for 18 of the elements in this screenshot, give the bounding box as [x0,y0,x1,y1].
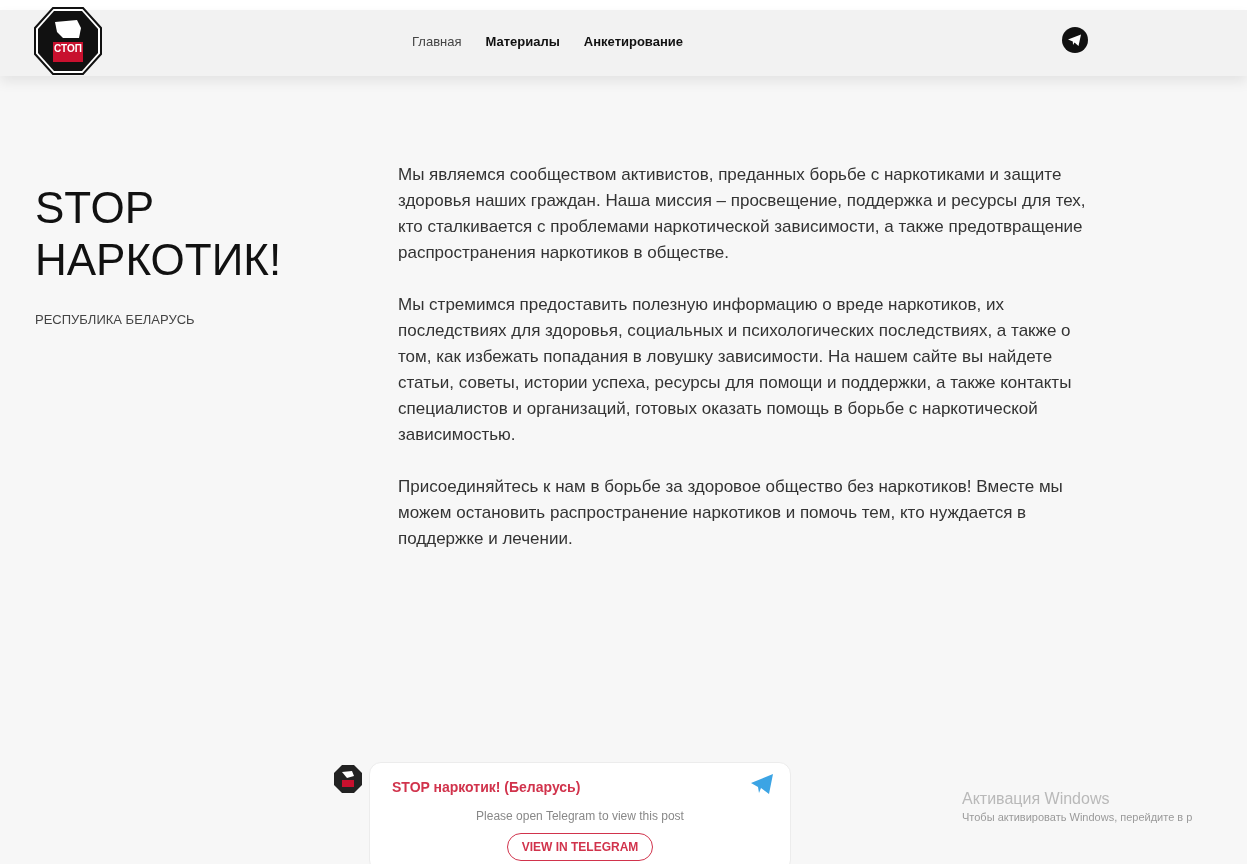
body-paragraph: Присоединяйтесь к нам в борьбе за здоровое общество без наркотиков! Вместе мы можем остановить распространение наркотиков и помочь тем, кто нуждается в поддержке и лечении. [398,476,1064,550]
activation-text: Чтобы активировать Windows, перейдите в р [962,810,1193,825]
nav-link[interactable]: Анкетирование [583,32,683,52]
body-paragraph: Мы стремимся предоставить полезную информацию о вреде наркотиков, их последствиях для здоровья, социальных и психологических последствиях, а также о том, как избежать попадания в ловушку зависимости. На нашем сайте вы найдете статьи, советы, истории успеха, ресурсы для помощи и поддержки, а также контакты специалистов и организаций, готовых оказать помощь в борьбе с наркотической зависимостью. [398,294,1073,446]
telegram-icon[interactable] [1062,27,1088,53]
channel-avatar-icon [333,764,363,794]
body-paragraph: Мы являемся сообществом активистов, преданных борьбе с наркотиками и защите здоровья наших граждан. Наша миссия – просвещение, поддержка и ресурсы для тех, кто сталкивается с проблемами наркотической зависимости, а также предотвращение распространения наркотиков в обществе. [398,164,1087,264]
activation-title: Активация Windows [962,789,1111,809]
nav-link[interactable]: Главная [412,32,462,52]
telegram-icon [750,773,774,795]
subtitle: РЕСПУБЛИКА БЕЛАРУСЬ [35,311,196,329]
post-message: Please open Telegram to view this post [475,808,685,825]
page-title: STOP НАРКОТИК! [35,182,283,286]
logo-text: СТОП [53,43,83,55]
view-in-telegram-button[interactable]: VIEW IN TELEGRAM [506,833,654,861]
logo-icon[interactable] [33,6,103,76]
channel-name[interactable]: STOP наркотик! (Беларусь) [392,779,581,795]
nav-link[interactable]: Материалы [485,32,560,52]
